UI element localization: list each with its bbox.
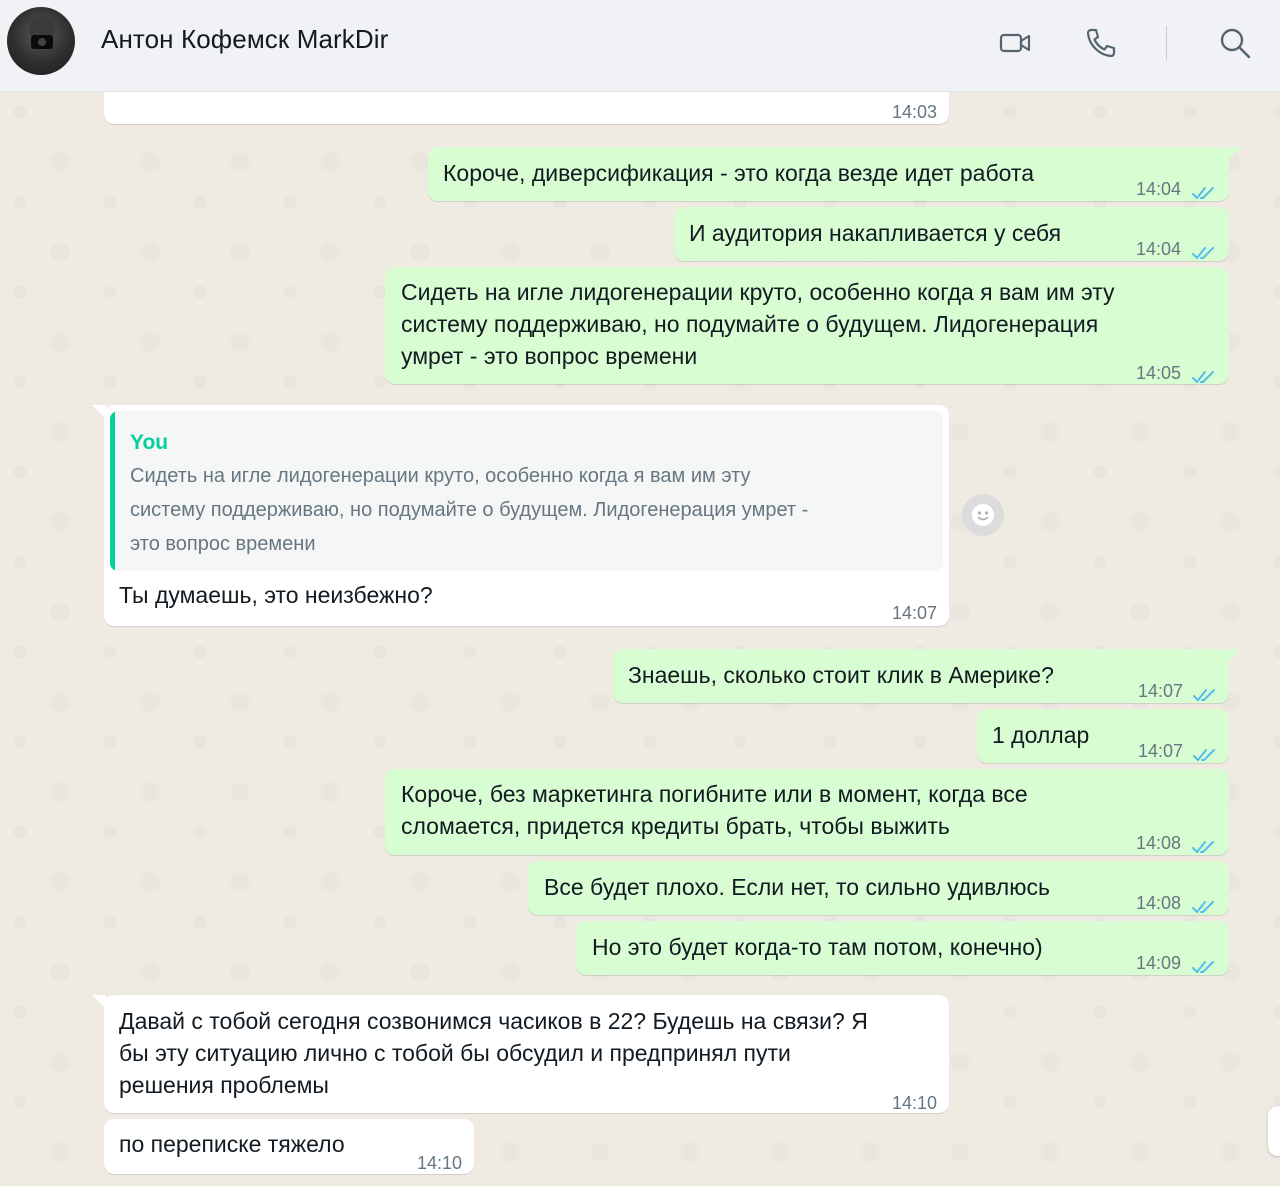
outgoing-message[interactable]: Сидеть на игле лидогенерации круто, особ… — [385, 267, 1229, 384]
message-time: 14:05 — [1136, 363, 1182, 383]
outgoing-message[interactable]: Короче, диверсификация - это когда везде… — [428, 147, 1241, 201]
message-text: 1 доллар — [992, 722, 1090, 748]
quoted-message[interactable]: You Сидеть на игле лидогенерации круто, … — [110, 411, 943, 571]
message-text: И аудитория накапливается у себя — [689, 220, 1062, 246]
message-time: 14:08 — [1136, 833, 1182, 853]
read-ticks-icon — [1192, 831, 1218, 854]
read-ticks-icon — [1193, 679, 1219, 702]
quote-author: You — [130, 431, 169, 454]
message-time: 14:07 — [1138, 681, 1184, 701]
message-time: 14:04 — [1136, 179, 1182, 199]
smiley-icon — [972, 504, 994, 526]
scroll-to-bottom-tab[interactable] — [1268, 1106, 1280, 1156]
message-text: Давай с тобой сегодня созвонимся часиков… — [119, 1008, 868, 1098]
react-emoji-button[interactable] — [962, 494, 1004, 536]
message-time: 14:03 — [891, 102, 937, 122]
outgoing-message[interactable]: Короче, без маркетинга погибните или в м… — [385, 769, 1229, 855]
message-text: по переписке тяжело — [119, 1131, 345, 1157]
message-time: 14:08 — [1136, 893, 1182, 913]
message-time: 14:09 — [1136, 953, 1182, 973]
message-text: Короче, диверсификация - это когда везде… — [443, 160, 1035, 186]
message-time: 14:10 — [891, 1093, 937, 1113]
outgoing-message[interactable]: Знаешь, сколько стоит клик в Америке? 14… — [613, 649, 1241, 703]
search-icon[interactable] — [1218, 26, 1252, 60]
outgoing-message[interactable]: И аудитория накапливается у себя 14:04 — [674, 207, 1229, 261]
message-text: Ты думаешь, это неизбежно? — [119, 582, 433, 608]
message-text: Короче, без маркетинга погибните или в м… — [401, 781, 1028, 839]
read-ticks-icon — [1192, 891, 1218, 914]
outgoing-message[interactable]: 1 доллар 14:07 — [977, 709, 1229, 763]
read-ticks-icon — [1192, 951, 1218, 974]
message-text: Но это будет когда-то там потом, конечно… — [592, 934, 1043, 960]
header-divider — [1166, 26, 1167, 60]
read-ticks-icon — [1192, 177, 1218, 200]
quote-accent-bar — [110, 411, 115, 571]
contact-name[interactable]: Антон Кофемск MarkDir — [101, 24, 388, 55]
outgoing-message[interactable]: Все будет плохо. Если нет, то сильно уди… — [528, 861, 1229, 915]
message-text: Сидеть на игле лидогенерации круто, особ… — [401, 279, 1115, 369]
voice-call-icon[interactable] — [1084, 26, 1118, 60]
contact-avatar[interactable] — [7, 7, 75, 75]
message-time: 14:10 — [416, 1153, 462, 1173]
chat-area[interactable]: 14:03 Короче, диверсификация - это когда… — [0, 92, 1280, 1186]
incoming-reply-message[interactable]: You Сидеть на игле лидогенерации круто, … — [92, 405, 949, 626]
message-text: Знаешь, сколько стоит клик в Америке? — [628, 662, 1054, 688]
read-ticks-icon — [1192, 361, 1218, 384]
video-call-icon[interactable] — [998, 26, 1032, 60]
incoming-message[interactable]: 14:03 — [104, 92, 949, 124]
message-time: 14:07 — [891, 603, 937, 623]
quote-text: Сидеть на игле лидогенерации круто, особ… — [130, 465, 809, 555]
message-time: 14:04 — [1136, 239, 1182, 259]
message-time: 14:07 — [1138, 741, 1184, 761]
incoming-message[interactable]: по переписке тяжело 14:10 — [104, 1119, 474, 1174]
message-text: Все будет плохо. Если нет, то сильно уди… — [544, 874, 1050, 900]
outgoing-message[interactable]: Но это будет когда-то там потом, конечно… — [576, 921, 1229, 975]
chat-header: Антон Кофемск MarkDir — [0, 0, 1280, 92]
read-ticks-icon — [1193, 739, 1219, 762]
incoming-message[interactable]: Давай с тобой сегодня созвонимся часиков… — [92, 995, 949, 1113]
read-ticks-icon — [1192, 237, 1218, 260]
